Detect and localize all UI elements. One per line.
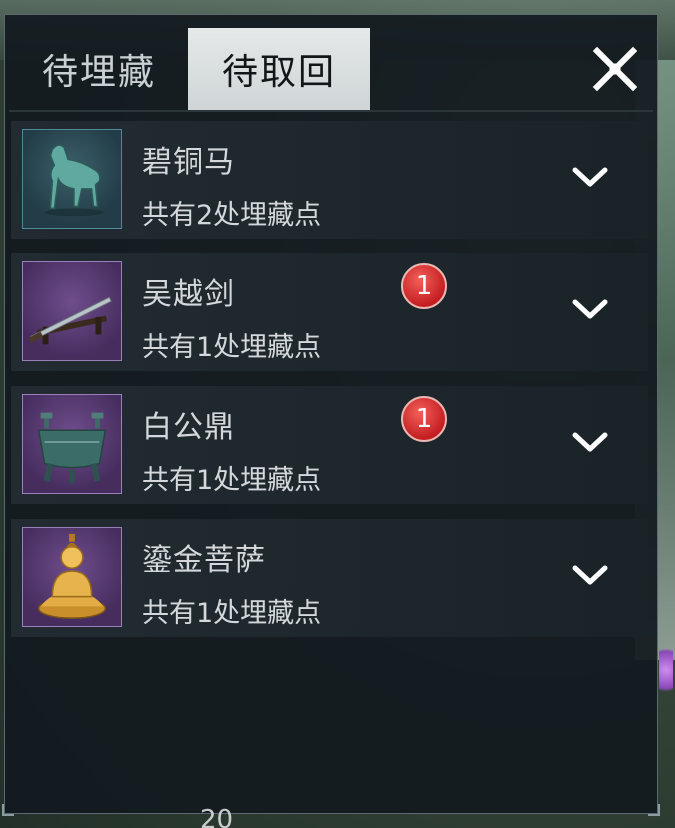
list-item[interactable]: 白公鼎 共有1处埋藏点 1 bbox=[11, 386, 648, 504]
treasure-panel: 待埋藏 待取回 碧铜马 共有2处埋藏点 吴越剑 共有1处埋藏点 1 白公鼎 共有… bbox=[2, 14, 660, 816]
item-name: 碧铜马 bbox=[142, 145, 235, 180]
golden-buddha-icon bbox=[22, 527, 122, 627]
tabs-divider bbox=[9, 110, 653, 112]
item-subtitle: 共有2处埋藏点 bbox=[142, 200, 322, 231]
background-counter: 20 bbox=[200, 805, 234, 828]
tab-to-bury[interactable]: 待埋藏 bbox=[19, 28, 179, 110]
chevron-down-icon[interactable] bbox=[571, 165, 609, 191]
notification-badge: 1 bbox=[401, 396, 447, 442]
ding-cauldron-icon bbox=[22, 394, 122, 494]
item-name: 鎏金菩萨 bbox=[142, 543, 266, 578]
item-name: 白公鼎 bbox=[142, 410, 235, 445]
list-item[interactable]: 碧铜马 共有2处埋藏点 bbox=[11, 121, 648, 239]
chevron-down-icon[interactable] bbox=[571, 297, 609, 323]
list-item[interactable]: 吴越剑 共有1处埋藏点 1 bbox=[11, 253, 648, 371]
item-subtitle: 共有1处埋藏点 bbox=[142, 465, 322, 496]
background-glow bbox=[659, 640, 673, 700]
item-subtitle: 共有1处埋藏点 bbox=[142, 332, 322, 363]
notification-badge: 1 bbox=[401, 263, 447, 309]
game-scene: 待埋藏 待取回 碧铜马 共有2处埋藏点 吴越剑 共有1处埋藏点 1 白公鼎 共有… bbox=[0, 0, 675, 828]
close-x-icon bbox=[592, 46, 638, 92]
list-item[interactable]: 鎏金菩萨 共有1处埋藏点 bbox=[11, 519, 648, 637]
close-button[interactable] bbox=[587, 41, 643, 97]
bronze-horse-icon bbox=[22, 129, 122, 229]
tab-to-retrieve[interactable]: 待取回 bbox=[188, 28, 370, 110]
item-name: 吴越剑 bbox=[142, 277, 235, 312]
chevron-down-icon[interactable] bbox=[571, 430, 609, 456]
chevron-down-icon[interactable] bbox=[571, 563, 609, 589]
sword-icon bbox=[22, 261, 122, 361]
item-subtitle: 共有1处埋藏点 bbox=[142, 598, 322, 629]
